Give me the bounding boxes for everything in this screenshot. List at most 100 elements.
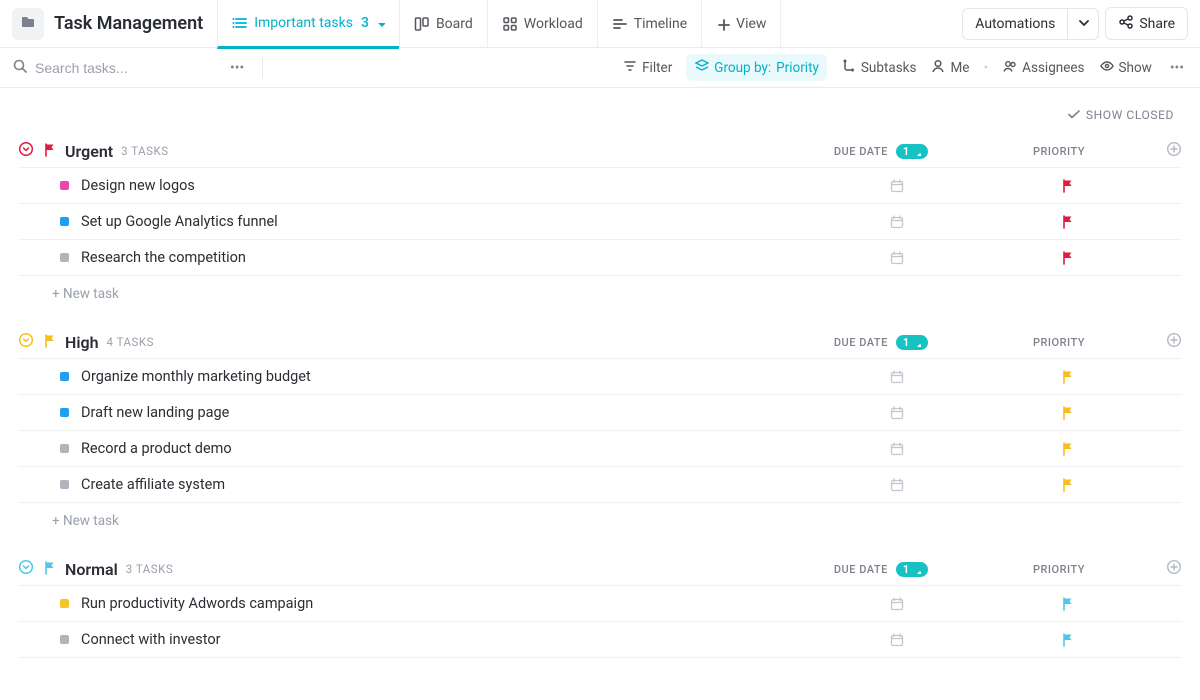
- tool-label: Show: [1119, 60, 1152, 76]
- add-column-button[interactable]: [1142, 141, 1182, 161]
- users-icon: [1002, 58, 1017, 77]
- group-count: 3 TASKS: [126, 562, 173, 576]
- task-row[interactable]: Set up Google Analytics funnel: [18, 203, 1182, 239]
- priority-cell[interactable]: [992, 178, 1142, 193]
- priority-cell[interactable]: [992, 441, 1142, 456]
- new-task-button[interactable]: + New task: [18, 503, 1182, 533]
- tab-label: Board: [436, 16, 473, 32]
- group-high: High 4 TASKS DUE DATE 1 PRIORITY Organiz…: [18, 328, 1182, 533]
- task-list: Run productivity Adwords campaign Connec…: [18, 585, 1182, 658]
- col-due-date[interactable]: DUE DATE: [834, 563, 888, 576]
- share-icon: [1118, 14, 1133, 33]
- task-status-square[interactable]: [60, 217, 69, 226]
- task-row[interactable]: Research the competition: [18, 239, 1182, 276]
- sort-badge[interactable]: 1: [896, 144, 928, 159]
- filter-button[interactable]: Filter: [622, 58, 672, 77]
- task-status-square[interactable]: [60, 444, 69, 453]
- due-date-cell[interactable]: [802, 596, 992, 612]
- group-title: Normal: [65, 560, 118, 579]
- sort-badge[interactable]: 1: [896, 562, 928, 577]
- tab-board[interactable]: Board: [399, 0, 487, 48]
- task-list: Design new logos Set up Google Analytics…: [18, 167, 1182, 276]
- grid-icon: [502, 16, 518, 32]
- due-date-cell[interactable]: [802, 632, 992, 648]
- col-due-date[interactable]: DUE DATE: [834, 145, 888, 158]
- due-date-cell[interactable]: [802, 477, 992, 493]
- task-row[interactable]: Record a product demo: [18, 430, 1182, 466]
- add-column-button[interactable]: [1142, 332, 1182, 352]
- task-status-square[interactable]: [60, 635, 69, 644]
- sort-badge[interactable]: 1: [896, 335, 928, 350]
- task-row[interactable]: Connect with investor: [18, 621, 1182, 658]
- task-status-square[interactable]: [60, 253, 69, 262]
- automations-button[interactable]: Automations: [962, 8, 1068, 40]
- filter-icon: [622, 58, 637, 77]
- search-input[interactable]: [33, 59, 183, 77]
- show-closed-button[interactable]: SHOW CLOSED: [18, 96, 1182, 137]
- task-name: Design new logos: [81, 177, 195, 194]
- me-button[interactable]: Me: [930, 58, 969, 77]
- col-priority[interactable]: PRIORITY: [1033, 145, 1085, 158]
- add-column-button[interactable]: [1142, 559, 1182, 579]
- collapse-icon[interactable]: [18, 332, 34, 352]
- priority-cell[interactable]: [992, 477, 1142, 492]
- task-status-square[interactable]: [60, 480, 69, 489]
- group-count: 3 TASKS: [121, 144, 168, 158]
- automations-dropdown[interactable]: [1068, 8, 1099, 40]
- tab-label: View: [736, 16, 766, 32]
- due-date-cell[interactable]: [802, 178, 992, 194]
- task-status-square[interactable]: [60, 181, 69, 190]
- priority-flag-icon: [42, 333, 57, 352]
- tab-workload[interactable]: Workload: [487, 0, 597, 48]
- tab-timeline[interactable]: Timeline: [597, 0, 701, 48]
- group-urgent: Urgent 3 TASKS DUE DATE 1 PRIORITY Desig…: [18, 137, 1182, 306]
- priority-cell[interactable]: [992, 369, 1142, 384]
- collapse-icon[interactable]: [18, 559, 34, 579]
- tool-label: Me: [950, 60, 969, 76]
- task-row[interactable]: Run productivity Adwords campaign: [18, 585, 1182, 621]
- due-date-cell[interactable]: [802, 369, 992, 385]
- share-button[interactable]: Share: [1105, 7, 1188, 40]
- group-header: Urgent 3 TASKS DUE DATE 1 PRIORITY: [18, 137, 1182, 167]
- col-due-date[interactable]: DUE DATE: [834, 336, 888, 349]
- tool-label: Assignees: [1022, 60, 1084, 76]
- due-date-cell[interactable]: [802, 250, 992, 266]
- due-date-cell[interactable]: [802, 405, 992, 421]
- task-status-square[interactable]: [60, 372, 69, 381]
- task-row[interactable]: Organize monthly marketing budget: [18, 358, 1182, 394]
- tab-important-tasks[interactable]: Important tasks 3: [217, 0, 399, 49]
- assignees-button[interactable]: Assignees: [1002, 58, 1084, 77]
- search-more-button[interactable]: •••: [226, 60, 248, 76]
- group-by-button[interactable]: Group by: Priority: [686, 54, 827, 81]
- show-button[interactable]: Show: [1099, 58, 1152, 77]
- task-name: Set up Google Analytics funnel: [81, 213, 278, 230]
- collapse-icon[interactable]: [18, 141, 34, 161]
- col-priority[interactable]: PRIORITY: [1033, 336, 1085, 349]
- task-row[interactable]: Design new logos: [18, 167, 1182, 203]
- toolbar-more-button[interactable]: •••: [1166, 60, 1188, 76]
- check-icon: [1066, 106, 1080, 123]
- group-by-value: Priority: [776, 60, 819, 76]
- task-name: Draft new landing page: [81, 404, 229, 421]
- new-task-button[interactable]: + New task: [18, 276, 1182, 306]
- group-header: Normal 3 TASKS DUE DATE 1 PRIORITY: [18, 555, 1182, 585]
- task-status-square[interactable]: [60, 408, 69, 417]
- due-date-cell[interactable]: [802, 441, 992, 457]
- subtasks-button[interactable]: Subtasks: [841, 58, 917, 77]
- folder-button[interactable]: [12, 8, 44, 40]
- priority-cell[interactable]: [992, 596, 1142, 611]
- task-status-square[interactable]: [60, 599, 69, 608]
- priority-cell[interactable]: [992, 405, 1142, 420]
- col-priority[interactable]: PRIORITY: [1033, 563, 1085, 576]
- task-name: Research the competition: [81, 249, 246, 266]
- task-row[interactable]: Create affiliate system: [18, 466, 1182, 503]
- priority-cell[interactable]: [992, 632, 1142, 647]
- task-name: Run productivity Adwords campaign: [81, 595, 313, 612]
- due-date-cell[interactable]: [802, 214, 992, 230]
- group-normal: Normal 3 TASKS DUE DATE 1 PRIORITY Run p…: [18, 555, 1182, 658]
- tool-label: Group by:: [714, 60, 771, 76]
- priority-cell[interactable]: [992, 214, 1142, 229]
- tab-add-view[interactable]: View: [701, 0, 781, 48]
- priority-cell[interactable]: [992, 250, 1142, 265]
- task-row[interactable]: Draft new landing page: [18, 394, 1182, 430]
